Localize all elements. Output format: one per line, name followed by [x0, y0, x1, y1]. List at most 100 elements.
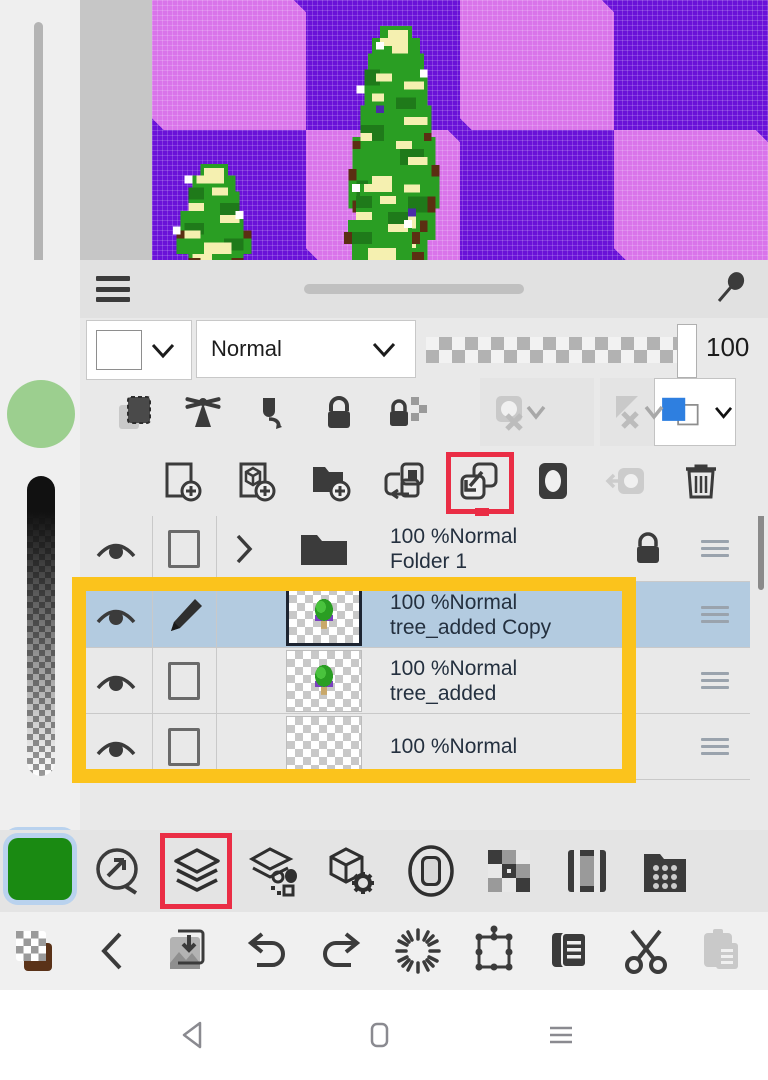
brush-tool-icon[interactable] — [392, 830, 470, 912]
clear-mask-icon — [608, 382, 670, 444]
opacity-thumb[interactable] — [677, 324, 697, 378]
layer-visibility-toggle[interactable] — [80, 516, 153, 581]
undo-icon[interactable] — [228, 912, 304, 990]
copy-icon[interactable] — [532, 912, 608, 990]
alpha-lock-icon[interactable] — [172, 382, 234, 444]
filters-tool-icon[interactable] — [236, 830, 314, 912]
layer-blend-text: 100 %Normal — [390, 735, 518, 758]
android-navigation-bar — [0, 990, 768, 1080]
folder-icon — [301, 534, 347, 565]
save-image-icon[interactable] — [152, 912, 228, 990]
brush-opacity-slider[interactable] — [27, 476, 55, 776]
action-bar — [0, 912, 768, 990]
layer-list-scrollbar[interactable] — [758, 516, 764, 590]
checkbox-empty-icon — [168, 529, 200, 568]
layer-drag-grip[interactable] — [686, 648, 744, 713]
layer-blend-text: 100 %Normal — [390, 656, 518, 680]
layer-visibility-toggle[interactable] — [80, 648, 153, 713]
add-3d-layer-icon[interactable] — [226, 450, 288, 512]
layer-info: 100 %Normal tree_added Copy — [376, 582, 680, 647]
lock-icon — [637, 531, 659, 563]
layer-select-checkbox[interactable] — [152, 648, 217, 713]
clear-selection-icon — [490, 382, 552, 444]
tool-selector-bar — [0, 830, 768, 912]
layer-thumbnail-cell — [276, 648, 372, 713]
thumbnail-tree-icon — [313, 598, 335, 633]
transparency-swatch-icon[interactable] — [0, 912, 76, 990]
tools-settings-icon[interactable] — [314, 830, 392, 912]
layer-drag-grip[interactable] — [686, 714, 744, 779]
layer-row-partial[interactable]: 100 %Normal — [80, 714, 750, 780]
eye-icon — [96, 741, 136, 757]
layer-select-checkbox[interactable] — [152, 714, 217, 779]
blend-mode-select[interactable]: Normal — [196, 320, 416, 378]
layer-select-checkbox[interactable] — [152, 516, 217, 581]
active-color-button[interactable] — [8, 838, 72, 900]
layer-thumbnail-cell — [276, 582, 372, 647]
layer-tools-row-1 — [80, 382, 768, 444]
lock-icon[interactable] — [308, 382, 370, 444]
layer-visibility-toggle[interactable] — [80, 714, 153, 779]
android-back-icon[interactable] — [138, 990, 248, 1080]
eye-icon — [96, 675, 136, 691]
brush-size-preview — [7, 380, 75, 448]
layer-active-indicator[interactable] — [152, 582, 217, 647]
thumbnail-tree-icon — [313, 664, 335, 699]
import-layer-icon — [596, 450, 658, 512]
folder-icon-cell — [276, 516, 372, 581]
canvas-area[interactable] — [0, 0, 768, 260]
layer-name-text: tree_added — [390, 681, 497, 705]
menu-icon[interactable] — [96, 276, 130, 302]
layer-drag-grip[interactable] — [686, 582, 744, 647]
layer-lock-toggle[interactable] — [616, 516, 680, 581]
loading-icon[interactable] — [380, 912, 456, 990]
android-home-icon[interactable] — [324, 990, 434, 1080]
folder-expand-toggle[interactable] — [216, 516, 272, 581]
lock-transparency-icon[interactable] — [376, 382, 438, 444]
layer-row-tree-added-copy[interactable]: 100 %Normal tree_added Copy — [80, 582, 750, 648]
blend-mode-row: Normal 100 — [80, 318, 768, 380]
back-icon[interactable] — [76, 912, 152, 990]
add-layer-icon[interactable] — [152, 450, 214, 512]
layer-thumbnail — [286, 715, 362, 778]
selection-tool-icon[interactable] — [80, 830, 158, 912]
canvas-vertical-scrollbar[interactable] — [34, 22, 43, 260]
layer-panel-header — [80, 260, 768, 318]
drawing-canvas[interactable] — [152, 0, 768, 260]
layer-opacity-slider[interactable]: 100 — [426, 324, 762, 378]
draw-tool-icon[interactable] — [240, 382, 302, 444]
paste-icon — [684, 912, 760, 990]
delete-layer-icon[interactable] — [670, 450, 732, 512]
merge-layer-icon[interactable] — [374, 450, 436, 512]
checkbox-empty-icon — [168, 661, 200, 700]
layer-mask-icon[interactable] — [522, 450, 584, 512]
layer-color-preview — [96, 330, 142, 370]
cut-icon[interactable] — [608, 912, 684, 990]
add-folder-icon[interactable] — [300, 450, 362, 512]
layer-drag-grip[interactable] — [686, 516, 744, 581]
layer-blend-text: 100 %Normal — [390, 590, 518, 614]
clipping-icon[interactable] — [104, 382, 166, 444]
layer-name-text: tree_added Copy — [390, 615, 552, 639]
android-recents-icon[interactable] — [506, 990, 616, 1080]
eye-icon — [96, 543, 136, 559]
highlight-layers-tool — [160, 833, 232, 909]
materials-icon[interactable] — [470, 830, 548, 912]
layer-info: 100 %Normal tree_added — [376, 648, 680, 713]
layer-color-button[interactable] — [86, 320, 192, 380]
layer-visibility-toggle[interactable] — [80, 582, 153, 647]
left-tool-rail — [0, 260, 80, 894]
transform-icon[interactable] — [456, 912, 532, 990]
opacity-track — [426, 337, 682, 363]
layer-row-tree-added[interactable]: 100 %Normal tree_added — [80, 648, 750, 714]
chevron-down-icon — [372, 342, 396, 358]
pin-icon[interactable] — [710, 270, 750, 310]
redo-icon[interactable] — [304, 912, 380, 990]
drag-handle[interactable] — [304, 284, 524, 294]
layer-row-folder[interactable]: 100 %Normal Folder 1 — [80, 516, 750, 582]
pencil-icon — [171, 598, 202, 631]
gallery-icon[interactable] — [626, 830, 704, 912]
canvas-tool-icon[interactable] — [548, 830, 626, 912]
layer-list[interactable]: 100 %Normal Folder 1 100 %Normal tree_ad… — [80, 516, 768, 830]
checkbox-empty-icon — [168, 727, 200, 766]
